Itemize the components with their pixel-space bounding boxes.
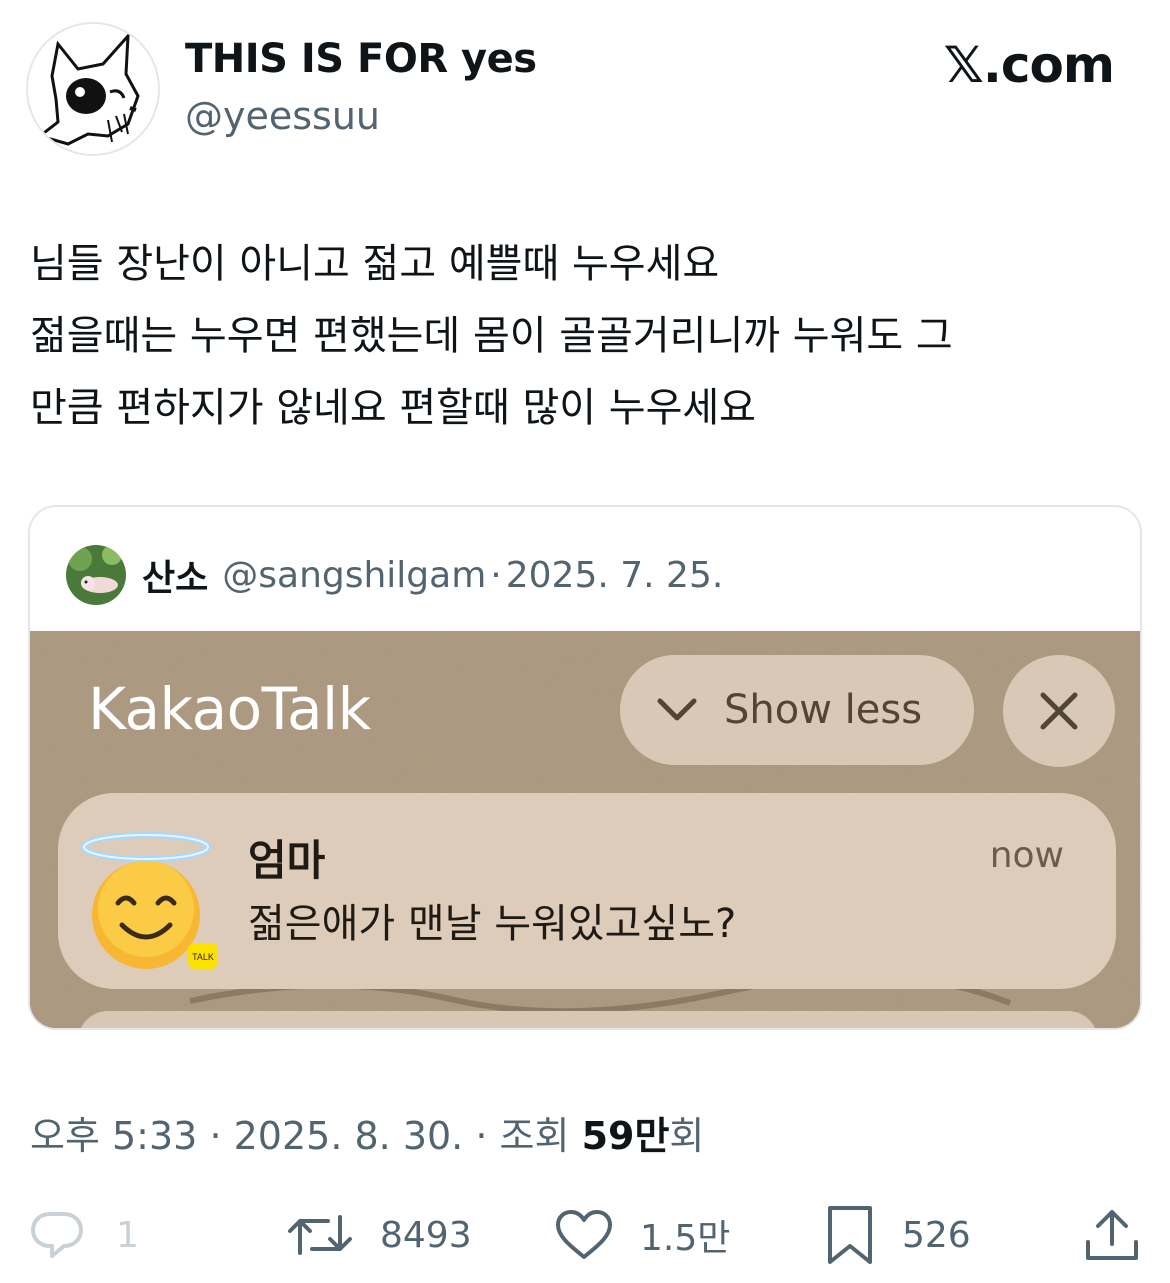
- retweet-count: 8493: [380, 1214, 472, 1256]
- dog-sketch-icon: [28, 24, 158, 154]
- reply-count: 1: [116, 1214, 139, 1256]
- quoted-author-handle[interactable]: @sangshilgam: [222, 555, 486, 596]
- author-handle[interactable]: @yeessuu: [185, 94, 380, 138]
- like-button[interactable]: 1.5만: [554, 1200, 730, 1270]
- chevron-down-icon: [657, 698, 697, 721]
- close-icon: [1040, 692, 1078, 730]
- tweet-time[interactable]: 오후 5:33: [30, 1114, 197, 1158]
- notification-time: now: [989, 835, 1064, 876]
- x-logo: 𝕏.com: [943, 36, 1115, 94]
- quoted-author-name[interactable]: 산소: [142, 549, 208, 601]
- svg-text:TALK: TALK: [192, 952, 214, 962]
- axolotl-avatar-icon: [66, 545, 126, 605]
- tweet-date[interactable]: 2025. 8. 30.: [234, 1114, 464, 1158]
- tweet-line: 젊을때는 누우면 편했는데 몸이 골골거리니까 누워도 그: [30, 313, 953, 359]
- bookmark-count: 526: [902, 1214, 971, 1256]
- tweet-meta: 오후 5:33 · 2025. 8. 30. · 조회 59만회: [30, 1105, 704, 1160]
- author-display-name[interactable]: THIS IS FOR yes: [185, 36, 537, 82]
- tweet-text: 님들 장난이 아니고 젊고 예쁠때 누우세요 젊을때는 누우면 편했는데 몸이 …: [30, 228, 1140, 444]
- share-icon: [1086, 1210, 1138, 1260]
- reply-icon: [31, 1212, 83, 1258]
- quoted-tweet-card[interactable]: 산소 @sangshilgam · 2025. 7. 25. KakaoTalk…: [28, 505, 1142, 1030]
- quoted-tweet-image[interactable]: KakaoTalk Show less TALK 엄마 젊은애가 맨날 누워있고…: [30, 631, 1140, 1028]
- close-button[interactable]: [1003, 655, 1115, 767]
- tweet-line: 님들 장난이 아니고 젊고 예쁠때 누우세요: [30, 241, 720, 287]
- bookmark-button[interactable]: 526: [824, 1200, 971, 1270]
- views-suffix: 회: [669, 1114, 705, 1158]
- quoted-tweet-date: 2025. 7. 25.: [505, 554, 724, 596]
- reply-button[interactable]: 1: [28, 1200, 139, 1270]
- retweet-button[interactable]: 8493: [286, 1200, 472, 1270]
- share-button[interactable]: [1084, 1200, 1140, 1270]
- separator-dot: ·: [209, 1114, 222, 1158]
- author-avatar[interactable]: [26, 22, 160, 156]
- views-count: 59만: [581, 1114, 670, 1158]
- show-less-label: Show less: [724, 687, 923, 733]
- views-label: 조회: [499, 1114, 570, 1158]
- next-notification-edge: [78, 1011, 1098, 1028]
- notification-message: 젊은애가 맨날 누워있고싶노?: [248, 901, 737, 947]
- smiling-face-with-halo-icon: TALK: [82, 832, 218, 969]
- app-title: KakaoTalk: [88, 675, 371, 743]
- retweet-icon: [288, 1215, 352, 1255]
- like-count: 1.5만: [640, 1218, 731, 1259]
- quoted-tweet-header: 산소 @sangshilgam · 2025. 7. 25.: [66, 545, 723, 605]
- separator-dot: ·: [490, 554, 502, 596]
- show-less-button[interactable]: Show less: [620, 655, 974, 765]
- heart-icon: [556, 1210, 612, 1259]
- quoted-author-avatar[interactable]: [66, 545, 126, 605]
- tweet-line: 만큼 편하지가 않네요 편할때 많이 누우세요: [30, 385, 756, 431]
- notification-card[interactable]: TALK 엄마 젊은애가 맨날 누워있고싶노? now: [58, 793, 1116, 989]
- notification-sender: 엄마: [248, 836, 326, 885]
- separator-dot: ·: [475, 1114, 488, 1158]
- action-bar: 1 8493 1.5만 526: [0, 1200, 1170, 1270]
- bookmark-icon: [828, 1206, 872, 1264]
